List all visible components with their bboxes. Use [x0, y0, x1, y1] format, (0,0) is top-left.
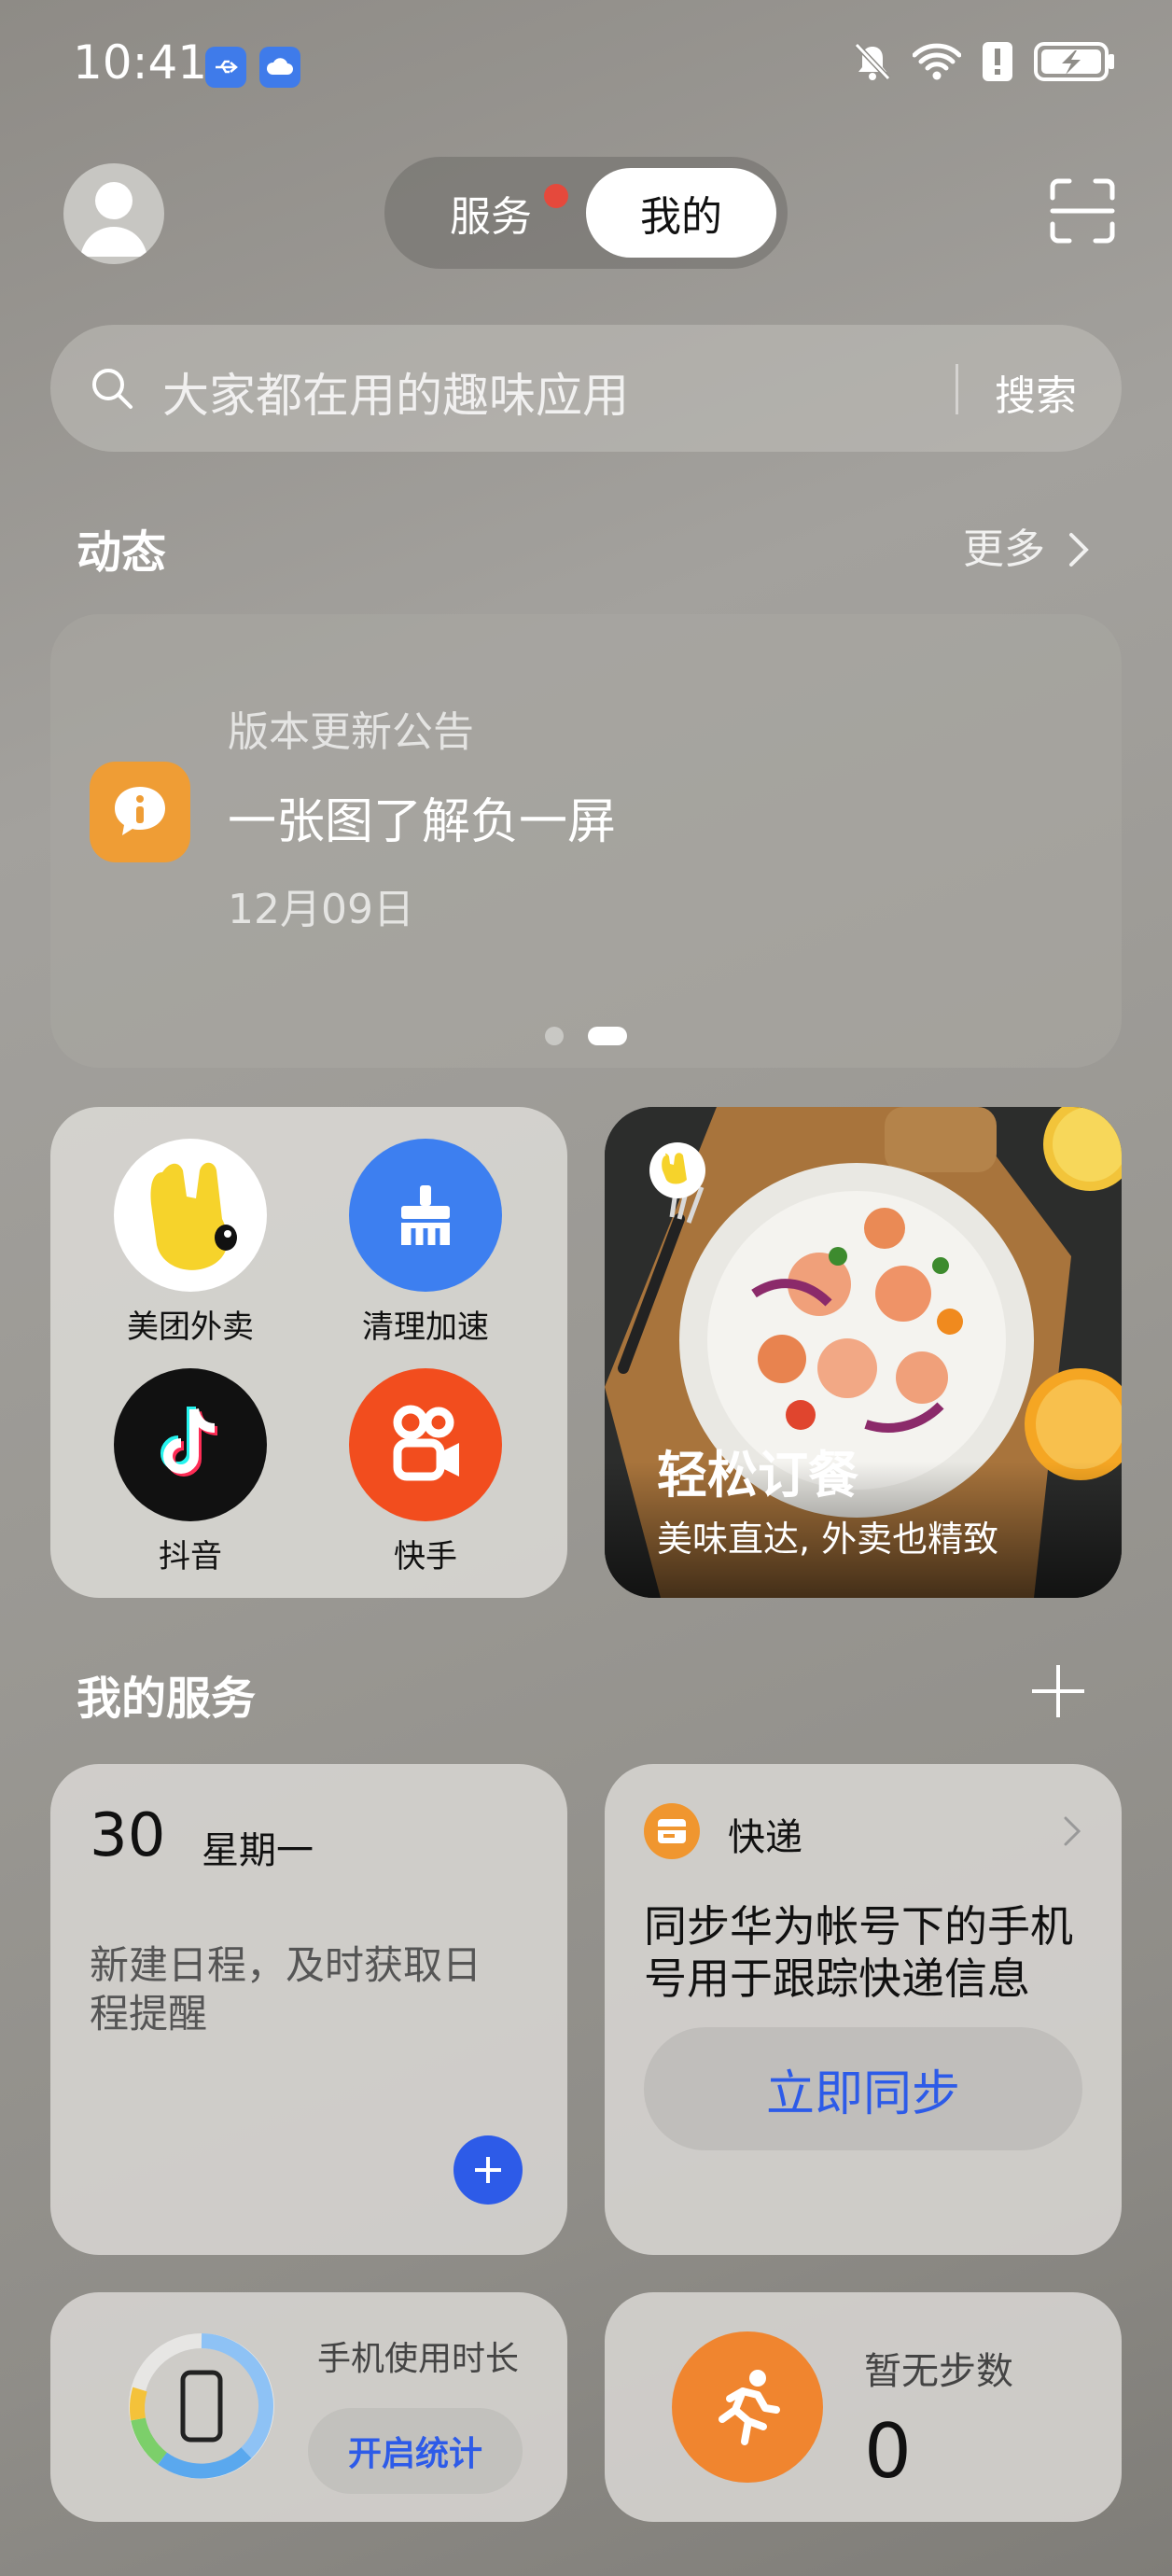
screen-time-ring-icon — [125, 2330, 278, 2486]
calendar-desc: 新建日程，及时获取日程提醒 — [90, 1942, 482, 2037]
info-icon — [90, 762, 190, 862]
app-kuaishou[interactable]: 快手 — [332, 1368, 519, 1576]
app-meituan[interactable]: 美团外卖 — [97, 1139, 284, 1347]
cloud-icon — [259, 47, 300, 88]
battery-charging-icon — [1034, 42, 1114, 81]
search-divider — [956, 364, 958, 414]
search-button[interactable]: 搜索 — [995, 362, 1077, 422]
kuaishou-icon — [349, 1368, 502, 1521]
package-icon — [644, 1803, 700, 1859]
meituan-icon — [114, 1139, 267, 1292]
more-link[interactable]: 更多 — [963, 515, 1090, 575]
steps-value: 0 — [864, 2408, 912, 2495]
tab-service[interactable]: 服务 — [384, 157, 597, 269]
add-event-button[interactable] — [453, 2135, 523, 2205]
app-label: 抖音 — [159, 1538, 222, 1575]
services-title: 我的服务 — [77, 1673, 257, 1725]
sync-button[interactable]: 立即同步 — [644, 2027, 1082, 2150]
calendar-weekday: 星期一 — [202, 1829, 314, 1872]
sync-button-label: 立即同步 — [765, 2065, 960, 2122]
more-label: 更多 — [963, 525, 1045, 573]
add-service-icon[interactable] — [1028, 1661, 1088, 1721]
running-icon — [672, 2331, 823, 2483]
alert-icon — [983, 42, 1012, 81]
dynamics-title: 动态 — [77, 526, 167, 579]
chevron-right-icon — [1069, 533, 1089, 567]
tab-mine[interactable]: 我的 — [586, 168, 776, 258]
scan-icon[interactable] — [1049, 177, 1116, 245]
wifi-icon — [913, 43, 961, 80]
app-label: 美团外卖 — [127, 1309, 254, 1346]
app-douyin[interactable]: 抖音 — [97, 1368, 284, 1576]
express-desc: 同步华为帐号下的手机号用于跟踪快递信息 — [644, 1901, 1073, 2004]
food-promo-title: 轻松订餐 — [657, 1446, 858, 1505]
app-clean[interactable]: 清理加速 — [332, 1139, 519, 1347]
plus-icon — [475, 2157, 501, 2183]
start-stats-button[interactable]: 开启统计 — [308, 2408, 523, 2494]
chevron-right-icon[interactable] — [1062, 1813, 1084, 1850]
tab-mine-label: 我的 — [640, 193, 722, 241]
broom-icon — [349, 1139, 502, 1292]
page-indicator-dot — [545, 1027, 564, 1045]
tab-service-label: 服务 — [450, 193, 532, 241]
dynamics-card-title: 一张图了解负一屏 — [228, 794, 617, 850]
steps-title: 暂无步数 — [864, 2350, 1013, 2393]
search-icon — [90, 366, 134, 411]
status-icons — [853, 41, 1116, 82]
avatar[interactable] — [63, 163, 164, 264]
dynamics-date: 12月09日 — [228, 886, 414, 933]
food-promo-subtitle: 美味直达, 外卖也精致 — [657, 1519, 999, 1560]
douyin-icon — [114, 1368, 267, 1521]
app-label: 清理加速 — [362, 1309, 489, 1346]
express-title: 快递 — [728, 1816, 802, 1859]
start-stats-label: 开启统计 — [347, 2435, 482, 2473]
notification-dot — [544, 184, 568, 208]
status-time: 10:41 — [73, 35, 208, 90]
screen-time-title: 手机使用时长 — [317, 2340, 520, 2378]
app-label: 快手 — [394, 1538, 457, 1575]
calendar-day: 30 — [90, 1801, 166, 1870]
page-indicator-dot-active — [588, 1027, 627, 1045]
usb-icon — [205, 47, 246, 88]
dynamics-tag: 版本更新公告 — [228, 708, 474, 756]
search-input[interactable]: 大家都在用的趣味应用 — [162, 358, 629, 426]
mute-icon — [854, 42, 891, 81]
